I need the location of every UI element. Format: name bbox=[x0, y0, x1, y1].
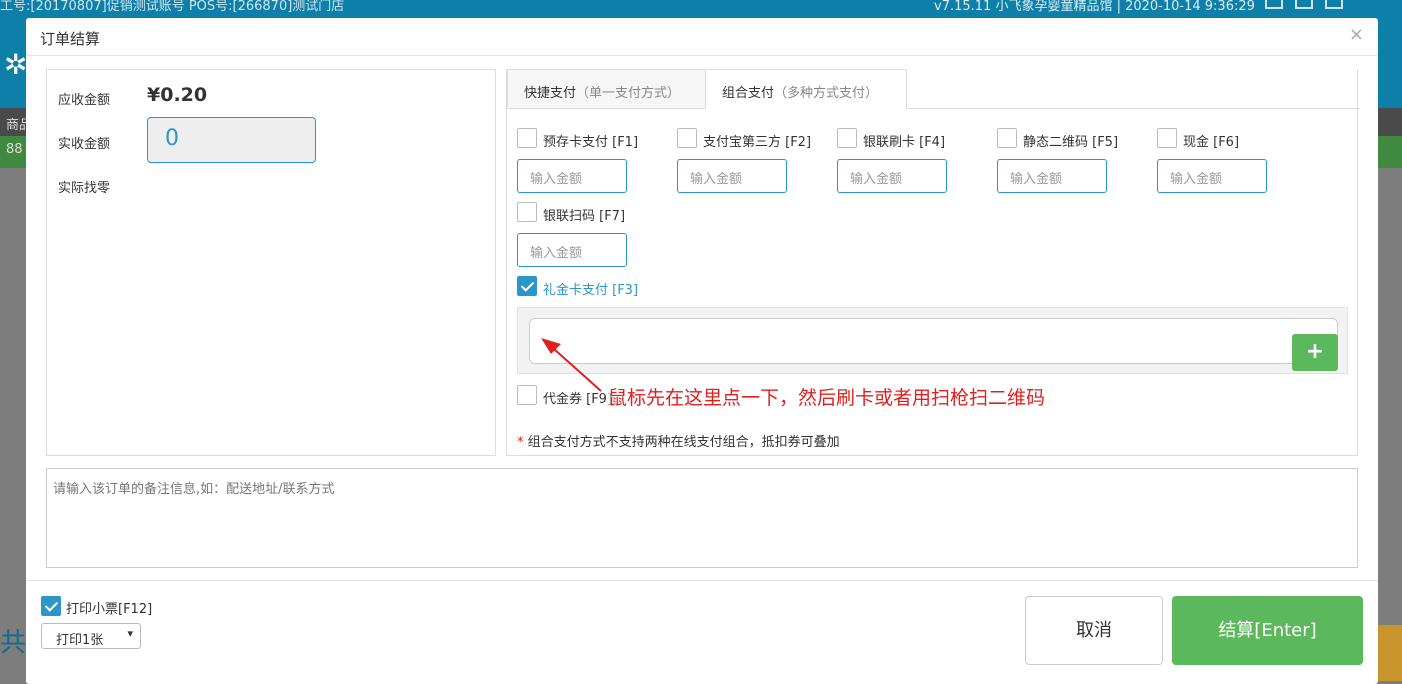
receivable-label: 应收金额 bbox=[58, 93, 111, 108]
checkbox-static-qr[interactable] bbox=[997, 128, 1017, 148]
print-count-select[interactable]: 打印1张 ▾ bbox=[41, 623, 141, 649]
cashier-info: 工号:[20170807]促销测试账号 POS号:[266870]测试门店 bbox=[0, 0, 345, 14]
checkbox-print-receipt[interactable] bbox=[41, 596, 61, 616]
window-icon[interactable] bbox=[1295, 0, 1313, 9]
tab-label: 组合支付 bbox=[722, 86, 775, 101]
checkout-button[interactable]: 结算[Enter] bbox=[1172, 596, 1363, 665]
checkbox-unionpay-scan[interactable] bbox=[517, 202, 537, 222]
annotation-text: 鼠标先在这里点一下，然后刷卡或者用扫枪扫二维码 bbox=[608, 383, 1046, 410]
window-controls bbox=[1265, 0, 1343, 9]
checkbox-unionpay-card[interactable] bbox=[837, 128, 857, 148]
tab-sublabel: （单一支付方式） bbox=[576, 86, 681, 101]
checkbox-voucher[interactable] bbox=[517, 385, 537, 405]
tab-sublabel: （多种方式支付） bbox=[774, 86, 879, 101]
receivable-amount: ¥0.20 bbox=[147, 84, 208, 106]
grid-icon[interactable] bbox=[1325, 0, 1343, 9]
annotation-arrow-icon bbox=[541, 338, 602, 392]
dialog-header: 订单结算 × bbox=[26, 18, 1378, 56]
label-giftcard: 礼金卡支付 [F3] bbox=[543, 283, 639, 298]
input-unionpay-scan[interactable]: 输入金额 bbox=[517, 233, 627, 267]
cancel-button[interactable]: 取消 bbox=[1025, 596, 1163, 665]
input-prepaid[interactable]: 输入金额 bbox=[517, 159, 627, 193]
amount-panel: 应收金额 ¥0.20 实收金额 0 实际找零 bbox=[46, 69, 496, 456]
required-star: * bbox=[517, 435, 524, 450]
background-button bbox=[1378, 625, 1402, 681]
label-static-qr: 静态二维码 [F5] bbox=[1023, 135, 1119, 150]
payment-note: * 组合支付方式不支持两种在线支付组合，抵扣券可叠加 bbox=[517, 431, 840, 450]
app-logo-icon: ✲ bbox=[4, 48, 28, 81]
checkbox-giftcard[interactable] bbox=[517, 276, 537, 296]
change-label: 实际找零 bbox=[58, 181, 111, 196]
actual-amount-input[interactable]: 0 bbox=[147, 117, 316, 163]
close-icon[interactable]: × bbox=[1349, 24, 1364, 45]
label-alipay: 支付宝第三方 [F2] bbox=[703, 135, 812, 150]
dialog-title: 订单结算 bbox=[40, 30, 101, 48]
label-unionpay-scan: 银联扫码 [F7] bbox=[543, 209, 626, 224]
chevron-down-icon: ▾ bbox=[127, 627, 133, 640]
checkbox-prepaid[interactable] bbox=[517, 128, 537, 148]
checkbox-cash[interactable] bbox=[1157, 128, 1177, 148]
print-count-value: 打印1张 bbox=[56, 633, 104, 648]
payment-panel: 快捷支付（单一支付方式） 组合支付（多种方式支付） 预存卡支付 [F1] 输入金… bbox=[506, 69, 1359, 456]
input-cash[interactable]: 输入金额 bbox=[1157, 159, 1267, 193]
version-store-time: v7.15.11 小飞象孕婴童精品馆 | 2020-10-14 9:36:29 bbox=[934, 0, 1255, 14]
label-print-receipt: 打印小票[F12] bbox=[66, 602, 153, 617]
label-unionpay-card: 银联刷卡 [F4] bbox=[863, 135, 946, 150]
giftcard-input[interactable]: + bbox=[529, 318, 1338, 371]
giftcard-area: + bbox=[517, 307, 1348, 374]
tab-quick-pay[interactable]: 快捷支付（单一支付方式） bbox=[507, 69, 706, 109]
input-static-qr[interactable]: 输入金额 bbox=[997, 159, 1107, 193]
tab-combined-pay[interactable]: 组合支付（多种方式支付） bbox=[705, 69, 907, 109]
checkout-dialog: 订单结算 × 应收金额 ¥0.20 实收金额 0 实际找零 快捷支付（单一支付方… bbox=[26, 18, 1378, 684]
tab-label: 快捷支付 bbox=[524, 86, 577, 101]
actual-label: 实收金额 bbox=[58, 137, 111, 152]
payment-tabs: 快捷支付（单一支付方式） 组合支付（多种方式支付） bbox=[507, 69, 1359, 109]
plus-icon[interactable]: + bbox=[1292, 334, 1338, 371]
order-remark-textarea[interactable]: 请输入该订单的备注信息,如：配送地址/联系方式 bbox=[46, 468, 1358, 568]
label-prepaid: 预存卡支付 [F1] bbox=[543, 135, 639, 150]
input-unionpay-card[interactable]: 输入金额 bbox=[837, 159, 947, 193]
row-text: 88 bbox=[6, 142, 23, 157]
background-total-text: 共 bbox=[0, 628, 27, 658]
input-alipay[interactable]: 输入金额 bbox=[677, 159, 787, 193]
checkbox-alipay[interactable] bbox=[677, 128, 697, 148]
note-text: 组合支付方式不支持两种在线支付组合，抵扣券可叠加 bbox=[527, 435, 840, 450]
mail-icon[interactable] bbox=[1265, 0, 1283, 9]
label-cash: 现金 [F6] bbox=[1183, 135, 1240, 150]
